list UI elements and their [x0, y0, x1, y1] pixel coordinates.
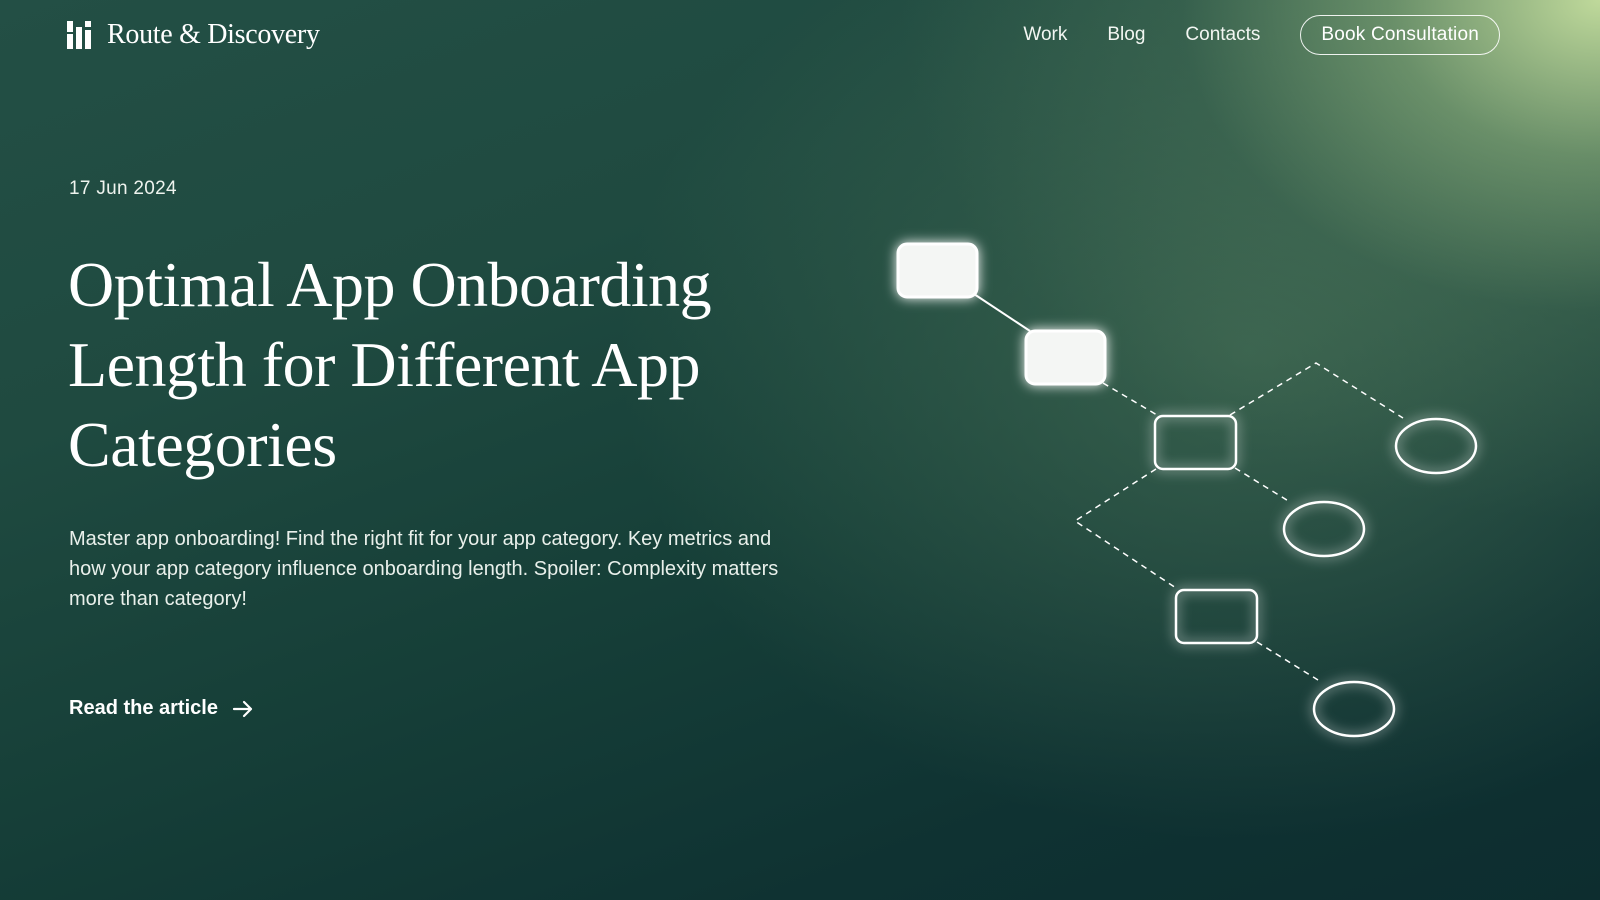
outline-node — [1153, 414, 1238, 471]
arrow-right-icon — [232, 700, 253, 717]
bars-logo-icon — [67, 21, 91, 49]
dashed-connector — [1256, 641, 1319, 681]
post-excerpt: Master app onboarding! Find the right fi… — [69, 528, 779, 610]
outline-node — [1174, 588, 1259, 645]
main-nav: Work Blog Contacts Book Consultation — [1023, 14, 1500, 56]
dashed-connector — [1102, 382, 1158, 416]
read-article-label: Read the article — [69, 697, 218, 719]
nav-item-work[interactable]: Work — [1023, 24, 1067, 46]
outline-node — [1394, 417, 1478, 475]
filled-node — [896, 242, 979, 299]
dashed-connectors — [1073, 362, 1404, 681]
dashed-connector — [1073, 468, 1177, 589]
dashed-connector — [1229, 362, 1404, 419]
outline-node — [1282, 500, 1366, 558]
connector-line — [973, 293, 1031, 332]
read-article-link[interactable]: Read the article — [69, 697, 254, 720]
filled-node — [1024, 329, 1107, 386]
brand-name: Route & Discovery — [107, 19, 320, 50]
book-consultation-button[interactable]: Book Consultation — [1300, 15, 1500, 55]
post-date: 17 Jun 2024 — [69, 178, 177, 199]
outline-node — [1312, 680, 1396, 738]
nav-item-contacts[interactable]: Contacts — [1185, 24, 1260, 46]
brand-logo[interactable]: Route & Discovery — [67, 20, 320, 50]
nav-item-blog[interactable]: Blog — [1107, 24, 1145, 46]
dashed-connector — [1234, 467, 1291, 503]
post-title: Optimal App Onboarding Length for Differ… — [68, 249, 712, 480]
